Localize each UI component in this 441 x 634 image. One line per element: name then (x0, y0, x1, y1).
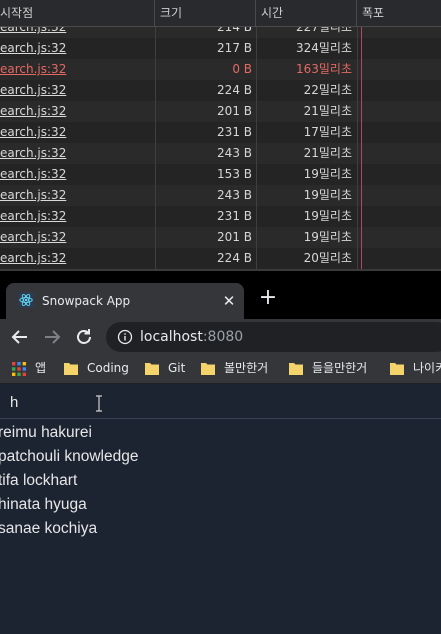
search-results-list: reimu hakurei patchouli knowledge tifa loc… (0, 421, 138, 541)
request-time: 19밀리초 (303, 230, 352, 244)
text-cursor-icon (96, 395, 102, 412)
waterfall-marker-line (361, 27, 362, 271)
tab-snowpack-app[interactable]: Snowpack App ✕ (6, 283, 244, 319)
initiator-link[interactable]: earch.js:32 (0, 80, 155, 101)
request-size: 153 B (217, 167, 252, 181)
network-request-row[interactable]: earch.js:32 217 B 324밀리초 (0, 38, 441, 59)
bookmark-label: Coding (87, 361, 129, 375)
folder-icon (390, 363, 404, 375)
initiator-link[interactable]: earch.js:32 (0, 164, 155, 185)
url-host: localhost (140, 329, 203, 345)
page-content: reimu hakureipatchouli knowledgetifa loc… (0, 385, 441, 634)
search-result-item[interactable]: patchouli knowledge (0, 445, 138, 469)
tab-title: Snowpack App (42, 294, 131, 308)
bookmarks-bar: 앱 Coding Git 볼만한거 들을만한거 나이키 (0, 355, 441, 384)
column-divider (256, 27, 257, 271)
request-time: 19밀리초 (303, 209, 352, 223)
network-request-row[interactable]: earch.js:32 224 B 22밀리초 (0, 80, 441, 101)
request-size: 243 B (217, 146, 252, 160)
column-divider (357, 27, 358, 271)
arrow-right-icon[interactable] (40, 325, 64, 349)
request-time: 163밀리초 (295, 62, 352, 76)
url-port: :8080 (202, 329, 244, 345)
column-header-size[interactable]: 크기 (155, 0, 256, 27)
initiator-link[interactable]: earch.js:32 (0, 206, 155, 227)
request-time: 19밀리초 (303, 188, 352, 202)
bookmark-label: 앱 (35, 361, 47, 375)
initiator-link[interactable]: earch.js:32 (0, 59, 155, 80)
network-request-list: earch.js:32 214 B 227밀리초 earch.js:32 217 B 32… (0, 17, 441, 269)
plus-icon[interactable]: + (258, 287, 278, 309)
folder-icon (64, 363, 78, 375)
column-divider (155, 27, 156, 271)
column-header-initiator[interactable]: 시작점 (0, 0, 155, 27)
initiator-link[interactable]: earch.js:32 (0, 227, 155, 248)
bookmark-label: 볼만한거 (224, 361, 269, 375)
request-size: 201 B (217, 230, 252, 244)
request-size: 217 B (217, 41, 252, 55)
request-size: 0 B (232, 62, 252, 76)
request-size: 231 B (217, 125, 252, 139)
initiator-link[interactable]: earch.js:32 (0, 122, 155, 143)
search-result-item[interactable]: reimu hakurei (0, 421, 138, 445)
bookmark-label: 나이키 (413, 361, 441, 375)
apps-grid-icon (12, 362, 26, 376)
address-bar[interactable]: localhost:8080 (106, 322, 441, 352)
initiator-link[interactable]: earch.js:32 (0, 101, 155, 122)
bookmark-label: Git (168, 361, 186, 375)
info-icon[interactable] (117, 329, 133, 345)
initiator-link[interactable]: earch.js:32 (0, 248, 155, 269)
search-result-item[interactable]: hinata hyuga (0, 493, 138, 517)
tab-strip: Snowpack App ✕ + (0, 271, 441, 319)
request-time: 20밀리초 (303, 251, 352, 265)
network-request-row[interactable]: earch.js:32 231 B 19밀리초 (0, 206, 441, 227)
column-header-waterfall[interactable]: 폭포 (357, 0, 441, 27)
network-request-row[interactable]: earch.js:32 224 B 20밀리초 (0, 248, 441, 269)
folder-icon (145, 363, 159, 375)
request-time: 17밀리초 (303, 125, 352, 139)
network-request-row[interactable]: earch.js:32 0 B 163밀리초 (0, 59, 441, 80)
folder-icon (201, 363, 215, 375)
request-size: 231 B (217, 209, 252, 223)
network-request-row[interactable]: earch.js:32 243 B 21밀리초 (0, 143, 441, 164)
network-request-row[interactable]: earch.js:32 243 B 19밀리초 (0, 185, 441, 206)
network-table-header: 시작점 크기 시간 폭포 (0, 0, 441, 27)
network-request-row[interactable]: earch.js:32 153 B 19밀리초 (0, 164, 441, 185)
browser-toolbar: localhost:8080 (0, 319, 441, 355)
request-size: 243 B (217, 188, 252, 202)
initiator-link[interactable]: earch.js:32 (0, 185, 155, 206)
column-header-time[interactable]: 시간 (256, 0, 357, 27)
initiator-link[interactable]: earch.js:32 (0, 38, 155, 59)
initiator-link[interactable]: earch.js:32 (0, 143, 155, 164)
react-icon (18, 292, 34, 308)
search-result-item[interactable]: tifa lockhart (0, 469, 138, 493)
request-time: 22밀리초 (303, 83, 352, 97)
reload-icon[interactable] (72, 325, 96, 349)
url-text: localhost:8080 (140, 322, 243, 352)
request-size: 201 B (217, 104, 252, 118)
search-box (0, 385, 441, 419)
folder-icon (289, 363, 303, 375)
network-request-row[interactable]: earch.js:32 231 B 17밀리초 (0, 122, 441, 143)
close-icon[interactable]: ✕ (220, 292, 238, 310)
request-time: 21밀리초 (303, 104, 352, 118)
request-size: 224 B (217, 251, 252, 265)
search-result-item[interactable]: sanae kochiya (0, 517, 138, 541)
request-time: 19밀리초 (303, 167, 352, 181)
network-request-row[interactable]: earch.js:32 201 B 19밀리초 (0, 227, 441, 248)
network-request-row[interactable]: earch.js:32 201 B 21밀리초 (0, 101, 441, 122)
arrow-left-icon[interactable] (8, 325, 32, 349)
request-time: 324밀리초 (295, 41, 352, 55)
request-time: 21밀리초 (303, 146, 352, 160)
request-size: 224 B (217, 83, 252, 97)
devtools-network-panel: earch.js:32 214 B 227밀리초 earch.js:32 217 B 32… (0, 0, 441, 271)
search-input[interactable] (0, 385, 441, 419)
bookmark-label: 들을만한거 (312, 361, 368, 375)
